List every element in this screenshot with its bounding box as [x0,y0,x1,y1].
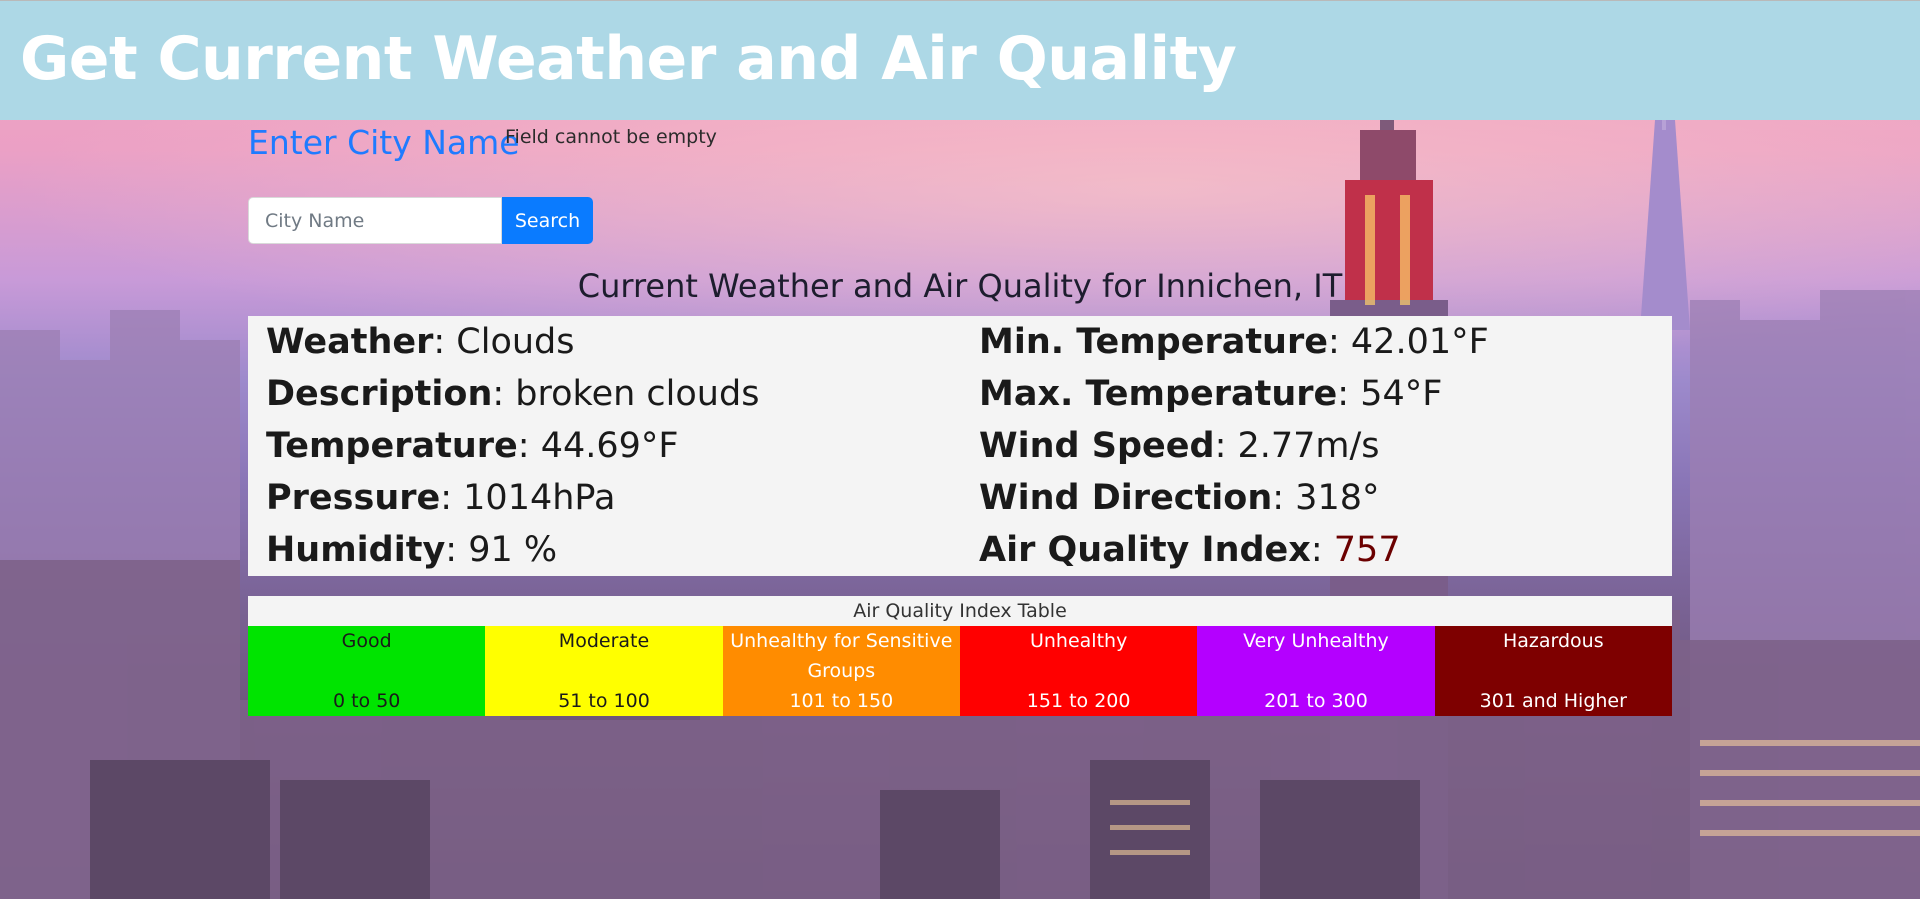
aqi-cell-very-unhealthy: Very Unhealthy 201 to 300 [1197,626,1435,716]
wind-direction-value: 318° [1295,478,1380,518]
aqi-level-range: 101 to 150 [789,690,894,712]
aqi-level-label: Good [341,630,392,652]
min-temperature-label: Min. Temperature [979,322,1328,362]
city-name-input[interactable] [248,197,502,244]
min-temperature-row: Min. Temperature: 42.01°F [979,322,1489,362]
temperature-row: Temperature: 44.69°F [266,426,679,466]
aqi-cell-hazardous: Hazardous 301 and Higher [1434,626,1672,716]
weather-column-right: Min. Temperature: 42.01°F Max. Temperatu… [960,316,1672,576]
aqi-cell-moderate: Moderate 51 to 100 [485,626,723,716]
aqi-table-row: Good 0 to 50 Moderate 51 to 100 Unhealth… [248,626,1672,716]
description-row: Description: broken clouds [266,374,760,414]
weather-column-left: Weather: Clouds Description: broken clou… [248,316,960,576]
humidity-value: 91 % [468,530,558,570]
description-value: broken clouds [515,374,760,414]
wind-speed-label: Wind Speed [979,426,1215,466]
wind-direction-label: Wind Direction [979,478,1273,518]
max-temperature-label: Max. Temperature [979,374,1338,414]
wind-direction-row: Wind Direction: 318° [979,478,1380,518]
aqi-level-label: Hazardous [1502,630,1604,652]
aqi-cell-unhealthy-sensitive: Unhealthy for Sensitive Groups 101 to 15… [722,626,960,716]
max-temperature-value: 54°F [1360,374,1443,414]
aqi-level-label: Very Unhealthy [1243,630,1389,652]
validation-message: Field cannot be empty [505,126,717,148]
aqi-level-range: 151 to 200 [1026,690,1131,712]
wind-speed-row: Wind Speed: 2.77m/s [979,426,1380,466]
wind-speed-value: 2.77m/s [1237,426,1380,466]
aqi-table: Air Quality Index Table Good 0 to 50 Mod… [248,596,1672,716]
temperature-label: Temperature [266,426,518,466]
pressure-value: 1014hPa [463,478,616,518]
aqi-level-label: Unhealthy [1029,630,1128,652]
description-label: Description [266,374,493,414]
air-quality-index-row: Air Quality Index: 757 [979,530,1401,570]
aqi-level-range: 201 to 300 [1264,690,1368,712]
aqi-cell-unhealthy: Unhealthy 151 to 200 [959,626,1198,716]
aqi-level-range: 51 to 100 [558,690,650,712]
aqi-level-range: 0 to 50 [332,690,401,712]
page-header: Get Current Weather and Air Quality [0,0,1920,120]
temperature-value: 44.69°F [540,426,679,466]
aqi-cell-good: Good 0 to 50 [248,626,486,716]
aqi-level-label: Moderate [558,630,650,652]
search-button[interactable]: Search [502,197,593,244]
humidity-row: Humidity: 91 % [266,530,558,570]
pressure-label: Pressure [266,478,441,518]
weather-label: Weather [266,322,434,362]
air-quality-index-value: 757 [1333,530,1401,570]
weather-panel: Weather: Clouds Description: broken clou… [248,316,1672,576]
page-title: Get Current Weather and Air Quality [20,24,1237,94]
max-temperature-row: Max. Temperature: 54°F [979,374,1443,414]
search-heading: Enter City Name [248,123,520,162]
aqi-level-label: Unhealthy for Sensitive Groups [730,630,953,682]
humidity-label: Humidity [266,530,446,570]
min-temperature-value: 42.01°F [1350,322,1489,362]
pressure-row: Pressure: 1014hPa [266,478,616,518]
weather-row: Weather: Clouds [266,322,575,362]
result-title: Current Weather and Air Quality for Inni… [577,267,1343,305]
air-quality-index-label: Air Quality Index [979,530,1311,570]
weather-value: Clouds [456,322,575,362]
aqi-table-caption: Air Quality Index Table [248,596,1672,626]
aqi-level-range: 301 and Higher [1479,690,1627,712]
